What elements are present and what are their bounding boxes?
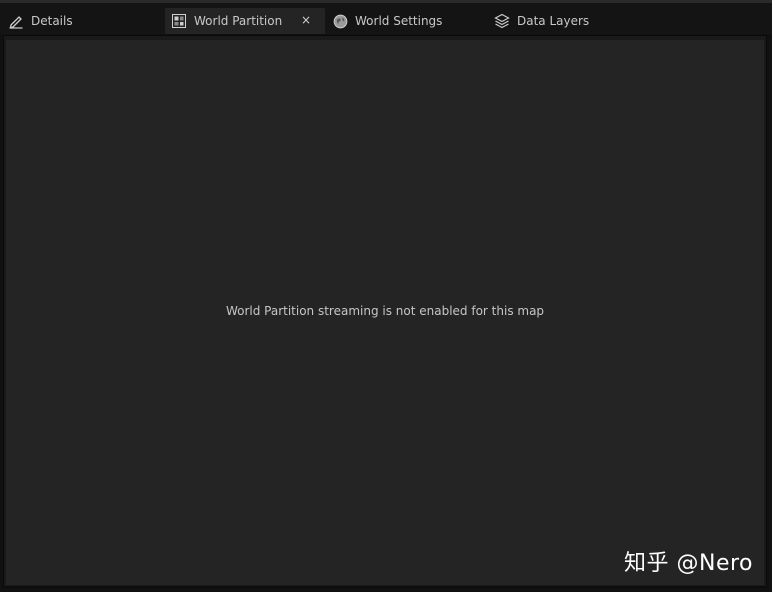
panel-bottom-edge xyxy=(4,586,766,588)
tab-label: World Partition xyxy=(194,14,283,28)
pencil-icon xyxy=(8,13,24,29)
empty-state-message: World Partition streaming is not enabled… xyxy=(225,304,545,318)
world-partition-icon xyxy=(171,13,187,29)
close-icon[interactable]: × xyxy=(299,13,313,27)
layers-icon xyxy=(494,13,510,29)
tab-label: Data Layers xyxy=(517,14,590,28)
tab-data-layers[interactable]: Data Layers xyxy=(494,8,644,34)
watermark-text: 知乎 @Nero xyxy=(624,551,754,576)
tab-world-partition[interactable]: World Partition × xyxy=(165,8,325,34)
tab-details[interactable]: Details xyxy=(8,8,158,34)
tab-label: World Settings xyxy=(355,14,443,28)
tab-label: Details xyxy=(31,14,73,28)
tab-world-settings[interactable]: World Settings xyxy=(332,8,482,34)
globe-icon xyxy=(332,13,348,29)
tab-bar: Details World Partition × World Settings xyxy=(0,3,772,34)
